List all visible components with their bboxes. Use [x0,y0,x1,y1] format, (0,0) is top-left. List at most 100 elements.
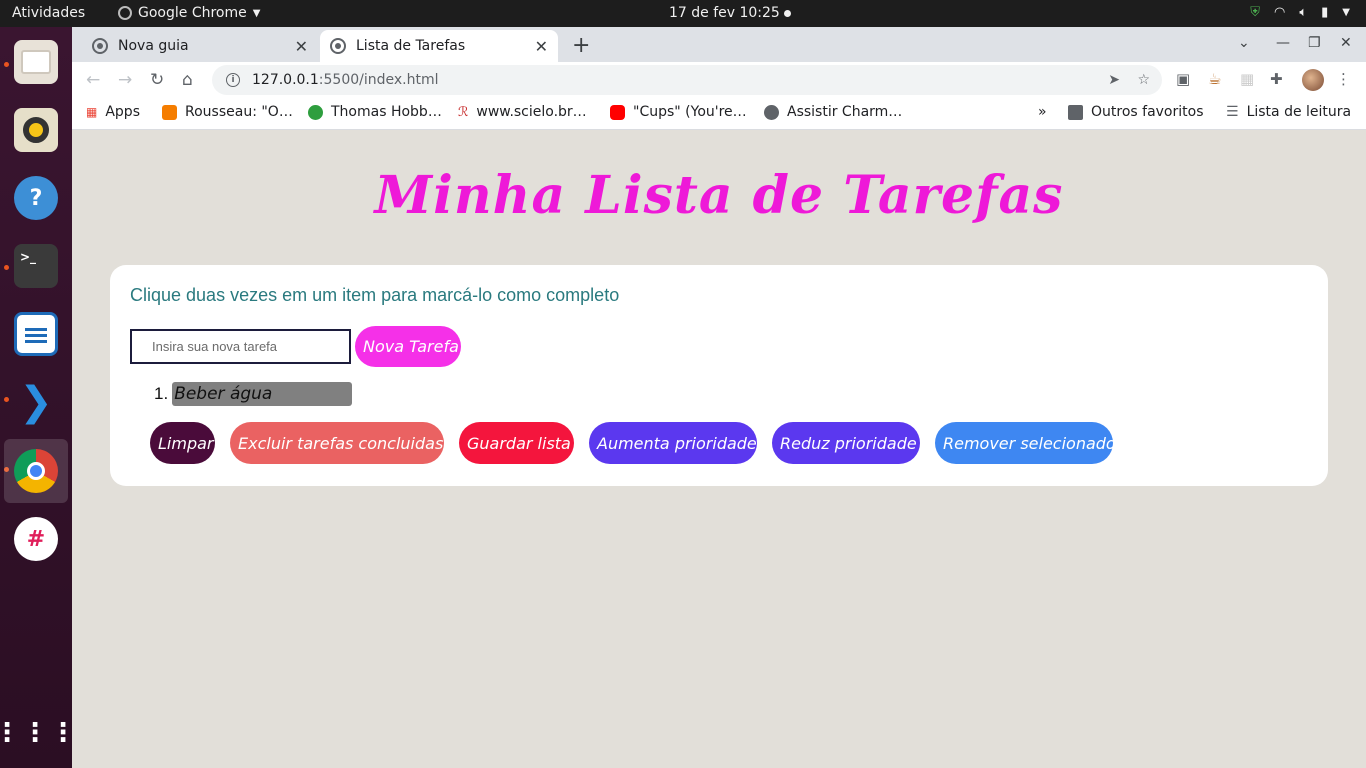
battery-icon[interactable]: ▮ [1321,5,1328,20]
folder-icon [1068,104,1083,120]
apps-grid-icon: ▦ [86,105,98,119]
profile-avatar[interactable] [1302,69,1324,91]
grid-icon: ⋮⋮⋮ [0,718,78,748]
clock[interactable]: 17 de fev 10:25 [669,5,780,21]
tab-nova-guia[interactable]: Nova guia ✕ [82,30,318,62]
bookmark-hobbes[interactable]: Thomas Hobb… [308,104,442,120]
bookmark-label: Assistir Charm… [787,104,903,120]
puzzle-icon[interactable]: ✚ [1270,70,1283,88]
extension-grid-icon[interactable]: ▦ [1240,70,1254,88]
bookmark-cups[interactable]: "Cups" (You're… [610,104,747,120]
chrome-icon [14,449,58,493]
star-icon[interactable]: ☆ [1137,72,1150,88]
close-window-button[interactable]: ✕ [1340,35,1352,51]
shield-icon[interactable]: ⛨ [1250,5,1260,20]
browser-toolbar: ← → ↻ ⌂ i 127.0.0.1:5500/index.html ➤ ☆ … [72,62,1366,98]
bookmarks-overflow-button[interactable]: » [1038,104,1047,120]
chevron-down-icon[interactable]: ▼ [1342,7,1350,18]
back-button[interactable]: ← [86,70,100,90]
restore-button[interactable]: ❐ [1308,35,1321,51]
chrome-small-icon [118,6,132,20]
extension-cup-icon[interactable]: ☕︎ [1208,70,1221,88]
chrome-tab-icon [92,38,108,54]
new-task-input[interactable] [130,329,351,364]
bookmark-charm[interactable]: Assistir Charm… [764,104,902,120]
writer-icon [14,312,58,356]
wifi-icon[interactable]: ◠ [1274,5,1285,20]
bookmark-label: Rousseau: "O… [185,104,293,120]
files-dock-item[interactable] [4,30,68,94]
info-icon[interactable]: i [226,73,240,87]
system-top-bar: Atividades Google Chrome ▼ 17 de fev 10:… [0,0,1366,27]
vscode-dock-item[interactable]: ❯ [4,370,68,434]
close-icon[interactable]: ✕ [535,37,548,56]
chevron-down-icon: ▼ [252,7,261,19]
lower-priority-button[interactable]: Reduz prioridade [772,422,920,464]
rhythmbox-dock-item[interactable] [4,98,68,162]
activities-button[interactable]: Atividades [12,5,85,21]
clear-button[interactable]: Limpar [150,422,215,464]
send-icon[interactable]: ➤ [1108,72,1120,88]
bookmark-scielo[interactable]: ℛ www.scielo.br… [458,104,587,120]
forward-button[interactable]: → [118,70,132,90]
bookmark-other-folder[interactable]: Outros favoritos [1068,104,1204,120]
raise-priority-button[interactable]: Aumenta prioridade [589,422,757,464]
tab-lista-de-tarefas[interactable]: Lista de Tarefas ✕ [320,30,558,62]
delete-completed-button[interactable]: Excluir tarefas concluidas [230,422,444,464]
slack-icon: # [14,517,58,561]
new-tab-button[interactable]: + [572,33,590,58]
reload-button[interactable]: ↻ [150,70,164,90]
bookmark-label: Apps [105,104,140,120]
page-title: Minha Lista de Tarefas [374,165,1064,226]
remove-selected-button[interactable]: Remover selecionado [935,422,1116,464]
todo-card: Clique duas vezes em um item para marcá-… [110,265,1328,486]
help-icon: ? [14,176,58,220]
save-list-button[interactable]: Guardar lista [459,422,574,464]
tab-search-chevron-icon[interactable]: ⌄ [1238,35,1250,51]
reading-list-button[interactable]: ☰ Lista de leitura [1226,104,1351,120]
tab-label: Lista de Tarefas [356,38,466,54]
app-menu-label: Google Chrome [138,5,247,21]
writer-dock-item[interactable] [4,302,68,366]
task-item[interactable]: Beber água [172,382,353,406]
close-icon[interactable]: ✕ [295,37,308,56]
more-menu-icon[interactable]: ⋮ [1336,70,1351,88]
terminal-dock-item[interactable]: >_ [4,234,68,298]
address-bar[interactable]: i 127.0.0.1:5500/index.html ➤ ☆ [212,65,1162,95]
tab-strip: Nova guia ✕ Lista de Tarefas ✕ + ⌄ — ❐ ✕ [72,27,1366,62]
bookmark-label: Outros favoritos [1091,104,1204,120]
bookmark-rousseau[interactable]: Rousseau: "O… [162,104,293,120]
chrome-dock-item[interactable] [4,439,68,503]
bookmarks-bar: ▦ Apps Rousseau: "O… Thomas Hobb… ℛ www.… [72,98,1366,130]
url-path: :5500/index.html [318,72,439,88]
brazil-flag-icon [308,104,323,120]
page-viewport: Minha Lista de Tarefas Clique duas vezes… [72,131,1366,768]
instructions-text: Clique duas vezes em um item para marcá-… [130,285,620,305]
home-button[interactable]: ⌂ [182,70,193,90]
task-list: 1. Beber água [154,382,353,406]
bookmark-label: www.scielo.br… [476,104,587,120]
url-host: 127.0.0.1 [252,72,319,88]
scielo-icon: ℛ [458,104,469,120]
minimize-button[interactable]: — [1276,35,1290,51]
rhythmbox-icon [14,108,58,152]
globe-icon [764,104,779,120]
cast-icon[interactable]: ▣ [1176,70,1190,88]
youtube-icon [610,104,625,120]
globe-icon [330,38,346,54]
tab-label: Nova guia [118,38,189,54]
slack-dock-item[interactable]: # [4,507,68,571]
files-icon [14,40,58,84]
help-dock-item[interactable]: ? [4,166,68,230]
vscode-icon: ❯ [19,379,53,425]
system-tray[interactable]: ⛨ ◠ 🔈︎ ▮ ▼ [1250,5,1350,20]
notification-dot-icon [784,10,791,17]
show-apps-dock-item[interactable]: ⋮⋮⋮ [0,701,78,765]
app-menu[interactable]: Google Chrome ▼ [118,5,260,21]
terminal-icon: >_ [14,244,58,288]
new-task-button[interactable]: Nova Tarefa [355,326,461,367]
overflow-label: » [1038,104,1047,120]
blogger-icon [162,104,177,120]
volume-icon[interactable]: 🔈︎ [1299,5,1307,20]
bookmark-apps[interactable]: ▦ Apps [86,104,140,120]
